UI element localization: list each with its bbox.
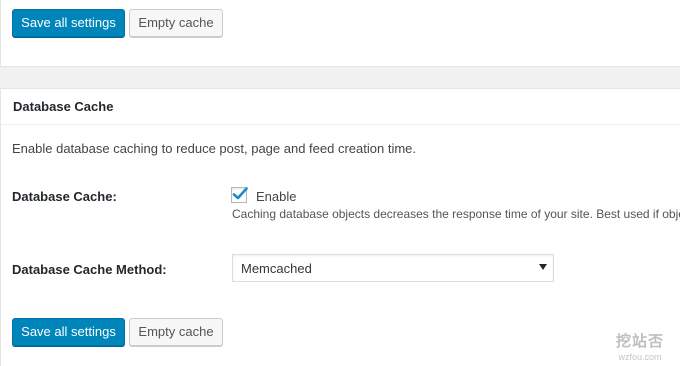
empty-cache-button-bottom[interactable]: Empty cache <box>129 318 223 346</box>
top-actions-box: Save all settings Empty cache <box>0 0 680 67</box>
checkmark-icon <box>232 187 248 200</box>
enable-checkbox-label[interactable]: Enable <box>256 189 296 204</box>
watermark-logo: 挖站否 <box>615 333 664 350</box>
selected-method: Memcached <box>241 261 312 276</box>
panel-description: Enable database caching to reduce post, … <box>12 141 417 156</box>
database-cache-method-label: Database Cache Method: <box>12 262 167 277</box>
database-cache-help-text: Caching database objects decreases the r… <box>232 207 680 221</box>
watermark-url: wzfou.com <box>618 352 662 362</box>
save-all-settings-button[interactable]: Save all settings <box>12 9 125 37</box>
panel-header[interactable]: Database Cache <box>1 89 680 125</box>
help-text-clip: Caching database objects decreases the r… <box>232 207 680 225</box>
dropdown-arrow-icon <box>539 264 547 270</box>
save-all-settings-button-bottom[interactable]: Save all settings <box>12 318 125 346</box>
database-cache-panel: Database Cache Enable database caching t… <box>0 88 680 366</box>
watermark: 挖站否 wzfou.com <box>616 330 664 362</box>
database-cache-label: Database Cache: <box>12 189 117 204</box>
database-cache-method-select[interactable]: Memcached <box>232 254 554 282</box>
empty-cache-button[interactable]: Empty cache <box>129 9 223 37</box>
enable-checkbox[interactable] <box>231 187 248 203</box>
panel-title: Database Cache <box>13 99 114 114</box>
